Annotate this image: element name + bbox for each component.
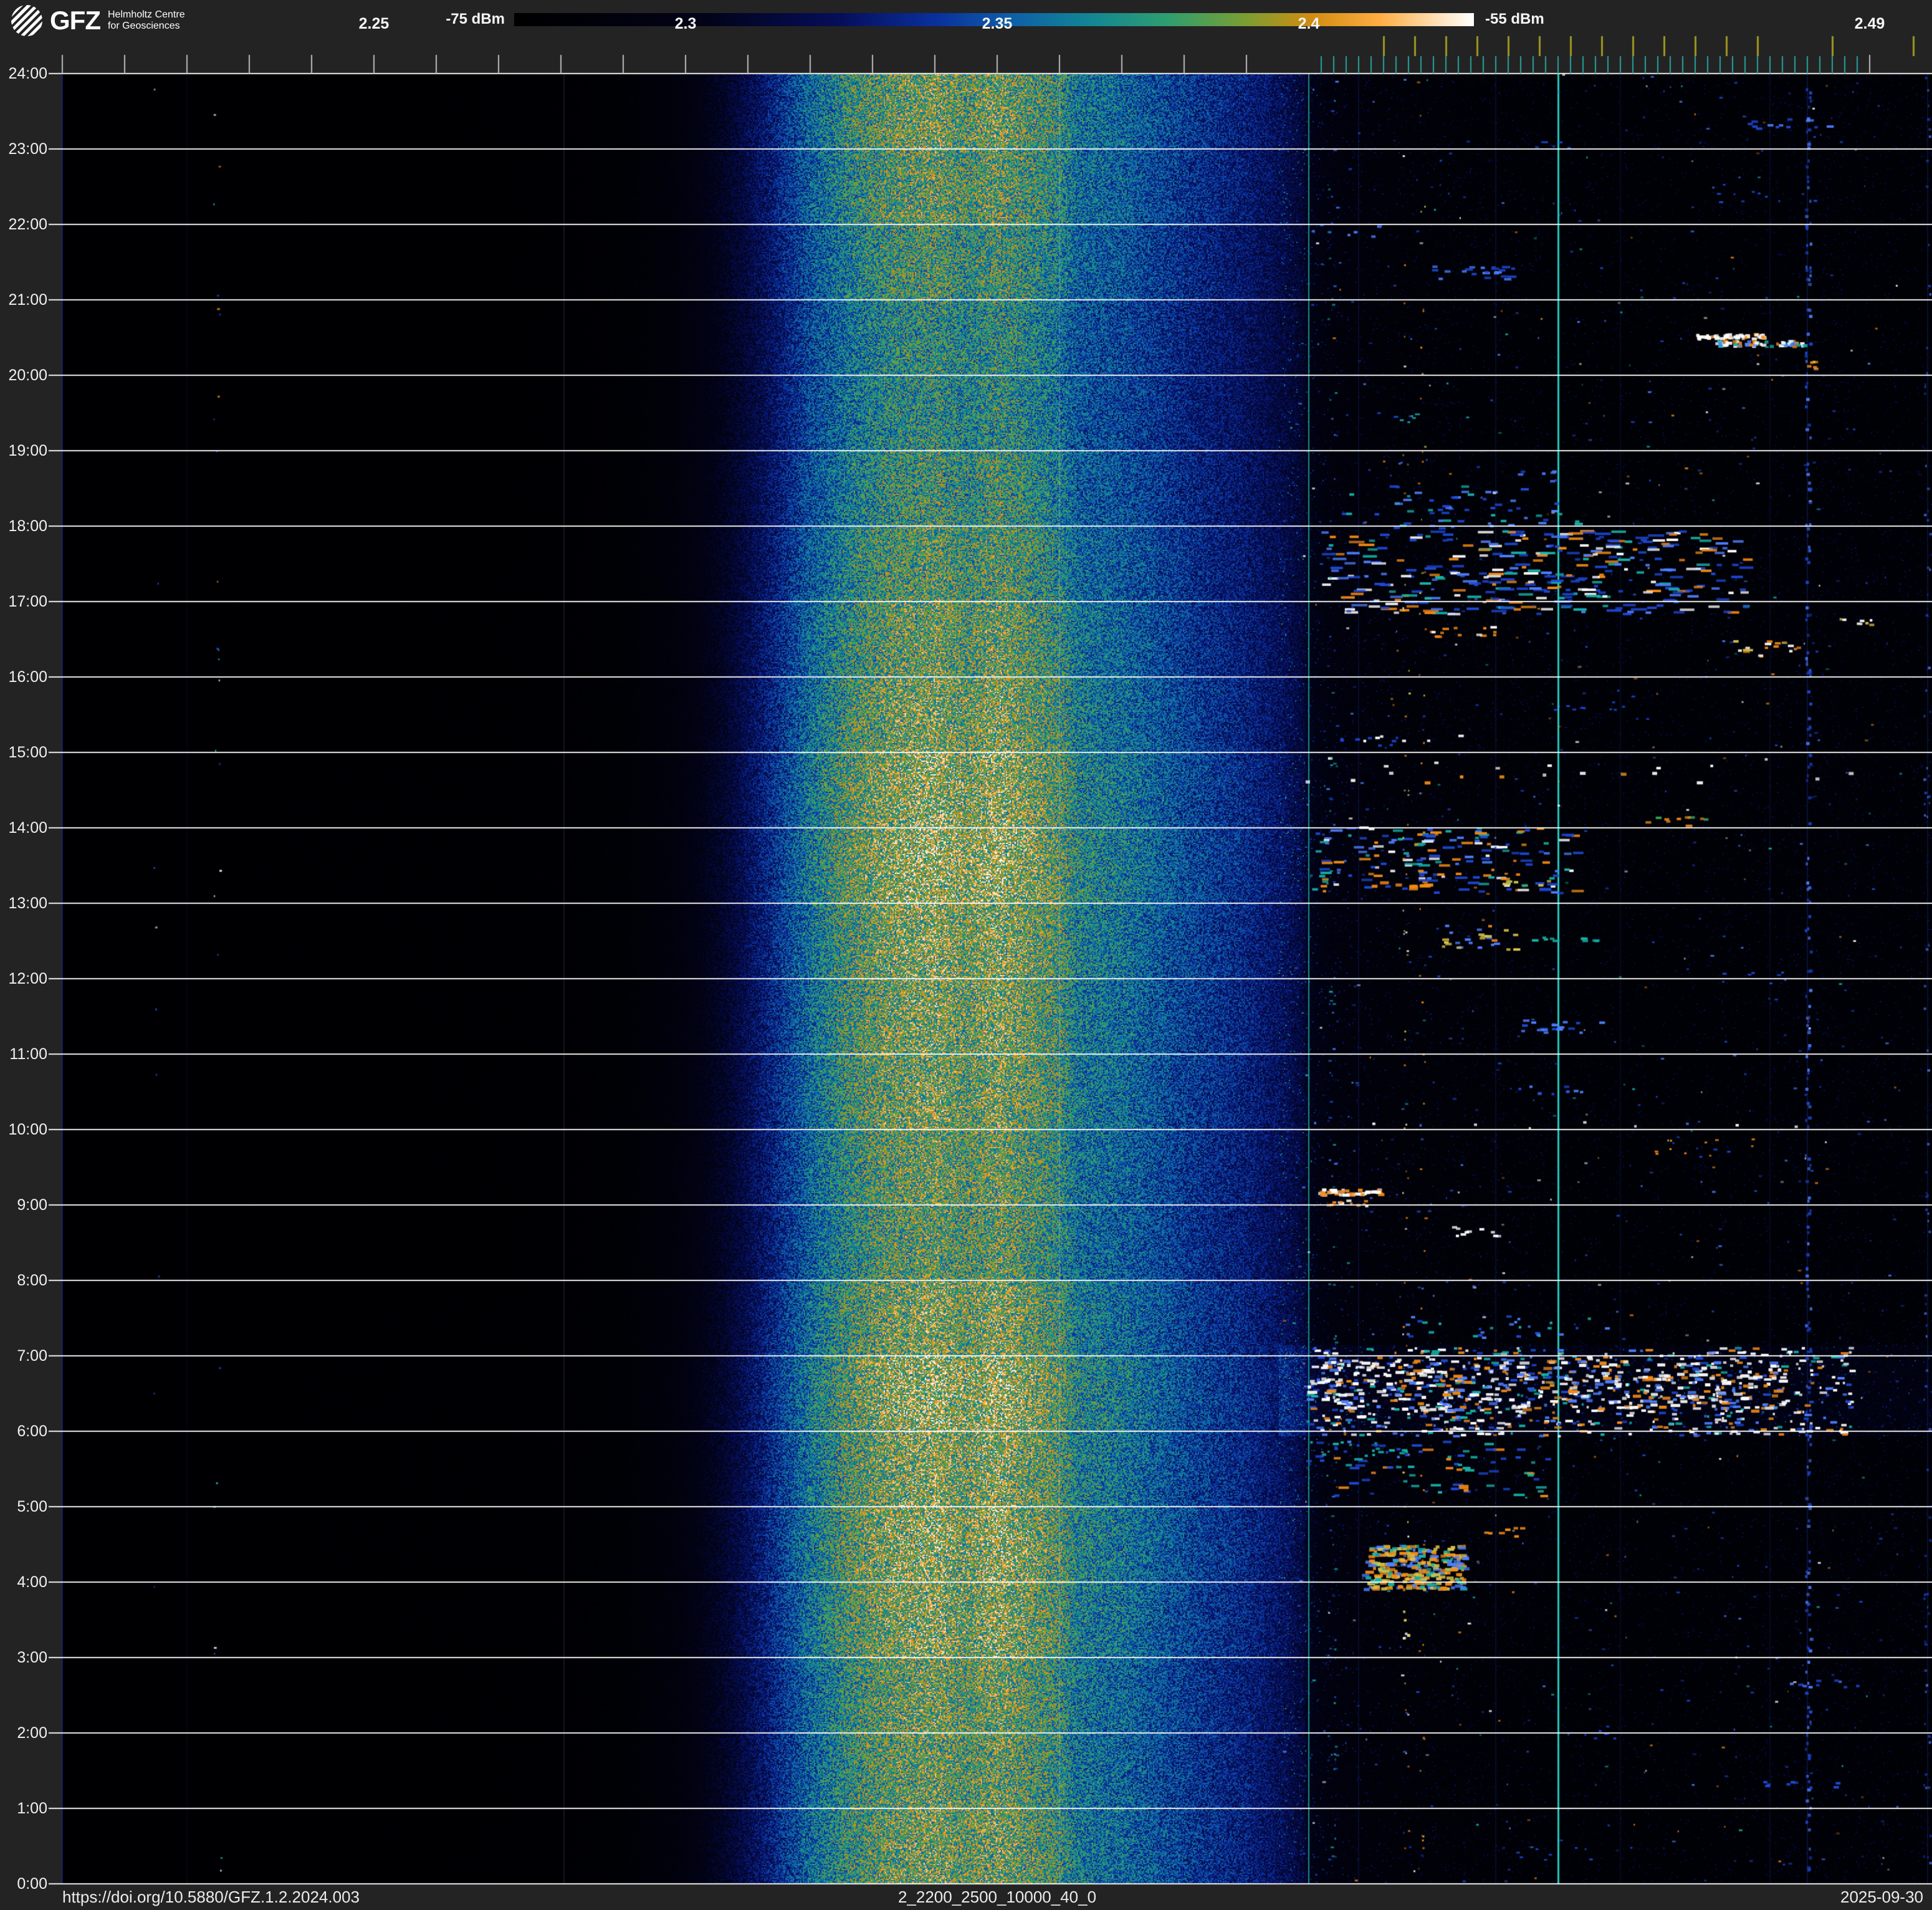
frequency-tick-label: 2.35	[982, 15, 1013, 32]
time-tick-label: 21:00	[8, 291, 47, 309]
gfz-logo-brand: GFZ	[50, 6, 101, 35]
time-tick-label: 8:00	[17, 1272, 47, 1289]
time-tick-label: 5:00	[17, 1498, 47, 1515]
time-tick-label: 2:00	[17, 1724, 47, 1742]
time-tick-label: 6:00	[17, 1423, 47, 1440]
frequency-tick-label: 2.49	[1854, 15, 1885, 32]
gfz-logo-line2: for Geosciences	[107, 21, 180, 31]
time-tick-label: 22:00	[8, 216, 47, 233]
spectrogram-canvas	[0, 0, 1932, 1910]
time-tick-label: 9:00	[17, 1196, 47, 1214]
time-tick-label: 23:00	[8, 140, 47, 158]
footer-date: 2025-09-30	[1840, 1888, 1923, 1906]
gfz-logo-icon	[11, 5, 42, 36]
frequency-tick-label: 2.25	[358, 15, 390, 32]
frequency-tick-label: 2.4	[1298, 15, 1320, 32]
time-tick-label: 12:00	[8, 970, 47, 987]
footer-doi-link: https://doi.org/10.5880/GFZ.1.2.2024.003	[62, 1888, 360, 1906]
time-tick-label: 3:00	[17, 1649, 47, 1666]
time-tick-label: 13:00	[8, 895, 47, 912]
colorbar-max-label: -55 dBm	[1485, 11, 1544, 27]
time-tick-label: 4:00	[17, 1573, 47, 1591]
gfz-logo-subtitle: Helmholtz Centre for Geosciences	[108, 9, 185, 32]
time-tick-label: 0:00	[17, 1875, 47, 1893]
time-tick-label: 7:00	[17, 1347, 47, 1365]
footer-dataset-name: 2_2200_2500_10000_40_0	[897, 1888, 1097, 1906]
time-tick-label: 17:00	[8, 593, 47, 610]
time-tick-label: 10:00	[8, 1121, 47, 1138]
time-tick-label: 24:00	[8, 65, 47, 82]
gfz-logo-line1: Helmholtz Centre	[107, 9, 185, 20]
gfz-logo: GFZ Helmholtz Centre for Geosciences	[11, 5, 185, 36]
time-tick-label: 20:00	[8, 367, 47, 384]
time-tick-label: 15:00	[8, 744, 47, 761]
time-tick-label: 16:00	[8, 668, 47, 686]
time-tick-label: 18:00	[8, 517, 47, 535]
spectrogram-page: GFZ Helmholtz Centre for Geosciences -75…	[0, 0, 1932, 1910]
time-tick-label: 1:00	[17, 1800, 47, 1817]
time-tick-label: 19:00	[8, 442, 47, 459]
time-tick-label: 11:00	[9, 1045, 47, 1063]
time-tick-label: 14:00	[8, 819, 47, 837]
frequency-tick-label: 2.3	[674, 15, 697, 32]
